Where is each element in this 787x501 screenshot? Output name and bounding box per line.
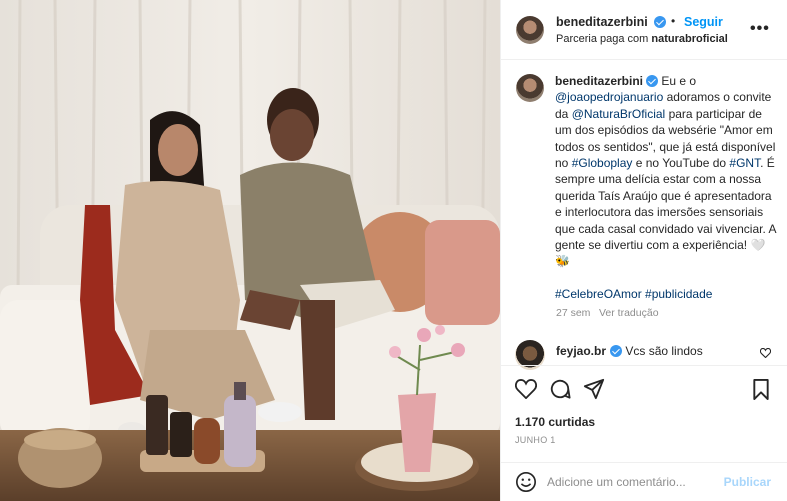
likes-count[interactable]: 1.170 curtidas [515, 415, 595, 429]
hashtag-globoplay[interactable]: #Globoplay [572, 156, 633, 170]
avatar[interactable] [516, 16, 544, 44]
verified-badge-icon [654, 16, 666, 28]
caption-username[interactable]: beneditazerbini [555, 74, 643, 88]
comment-bar: Publicar [501, 462, 787, 501]
post-header: beneditazerbini • Seguir Parceria paga c… [501, 0, 787, 60]
post-side-panel: beneditazerbini • Seguir Parceria paga c… [500, 0, 787, 501]
post-photo[interactable] [0, 0, 500, 501]
hashtag-gnt[interactable]: #GNT [729, 156, 760, 170]
see-translation-link[interactable]: Ver tradução [599, 307, 659, 319]
verified-badge-icon [610, 345, 623, 357]
caption-text-5: . É sempre uma delícia estar com a nossa… [555, 156, 776, 269]
caption-text-1: Eu e o [658, 74, 697, 88]
post-caption: beneditazerbini Eu e o @joaopedrojanuari… [555, 73, 780, 302]
partnership-prefix: Parceria paga com [556, 33, 652, 45]
post-actions: 1.170 curtidas JUNHO 1 [501, 365, 787, 455]
instagram-post-view: beneditazerbini • Seguir Parceria paga c… [0, 0, 787, 501]
comment-input[interactable] [547, 473, 717, 491]
mention-joaopedrojanuario[interactable]: @joaopedrojanuario [555, 90, 663, 104]
comment: feyjao.br Vcs são lindos [556, 343, 703, 358]
comment-text: Vcs são lindos [622, 344, 703, 358]
follow-button[interactable]: Seguir [684, 15, 723, 29]
username-link[interactable]: beneditazerbini [556, 15, 648, 29]
mention-naturabroficial[interactable]: @NaturaBrOficial [572, 107, 666, 121]
verified-badge-icon [646, 75, 659, 87]
smiley-icon[interactable] [515, 471, 537, 493]
partner-link[interactable]: naturabroficial [651, 33, 727, 45]
bookmark-icon[interactable] [752, 379, 770, 400]
more-options-icon[interactable]: ••• [750, 20, 770, 38]
comment-username[interactable]: feyjao.br [556, 344, 606, 358]
paper-plane-icon[interactable] [583, 378, 605, 400]
comment-like-heart-icon[interactable] [760, 348, 771, 358]
caption-text-4: e no YouTube do [632, 156, 730, 171]
caption-avatar[interactable] [516, 74, 544, 102]
post-age: 27 sem [556, 307, 591, 319]
paid-partnership-label: Parceria paga com naturabroficial [556, 33, 728, 45]
speech-bubble-icon[interactable] [549, 378, 571, 400]
post-date: JUNHO 1 [515, 435, 556, 445]
separator-dot: • [671, 14, 676, 28]
heart-icon[interactable] [515, 379, 537, 399]
couple-on-sofa-photo [0, 0, 500, 501]
publish-button[interactable]: Publicar [724, 475, 771, 489]
caption-hashtags[interactable]: #CelebreOAmor #publicidade [555, 286, 780, 302]
